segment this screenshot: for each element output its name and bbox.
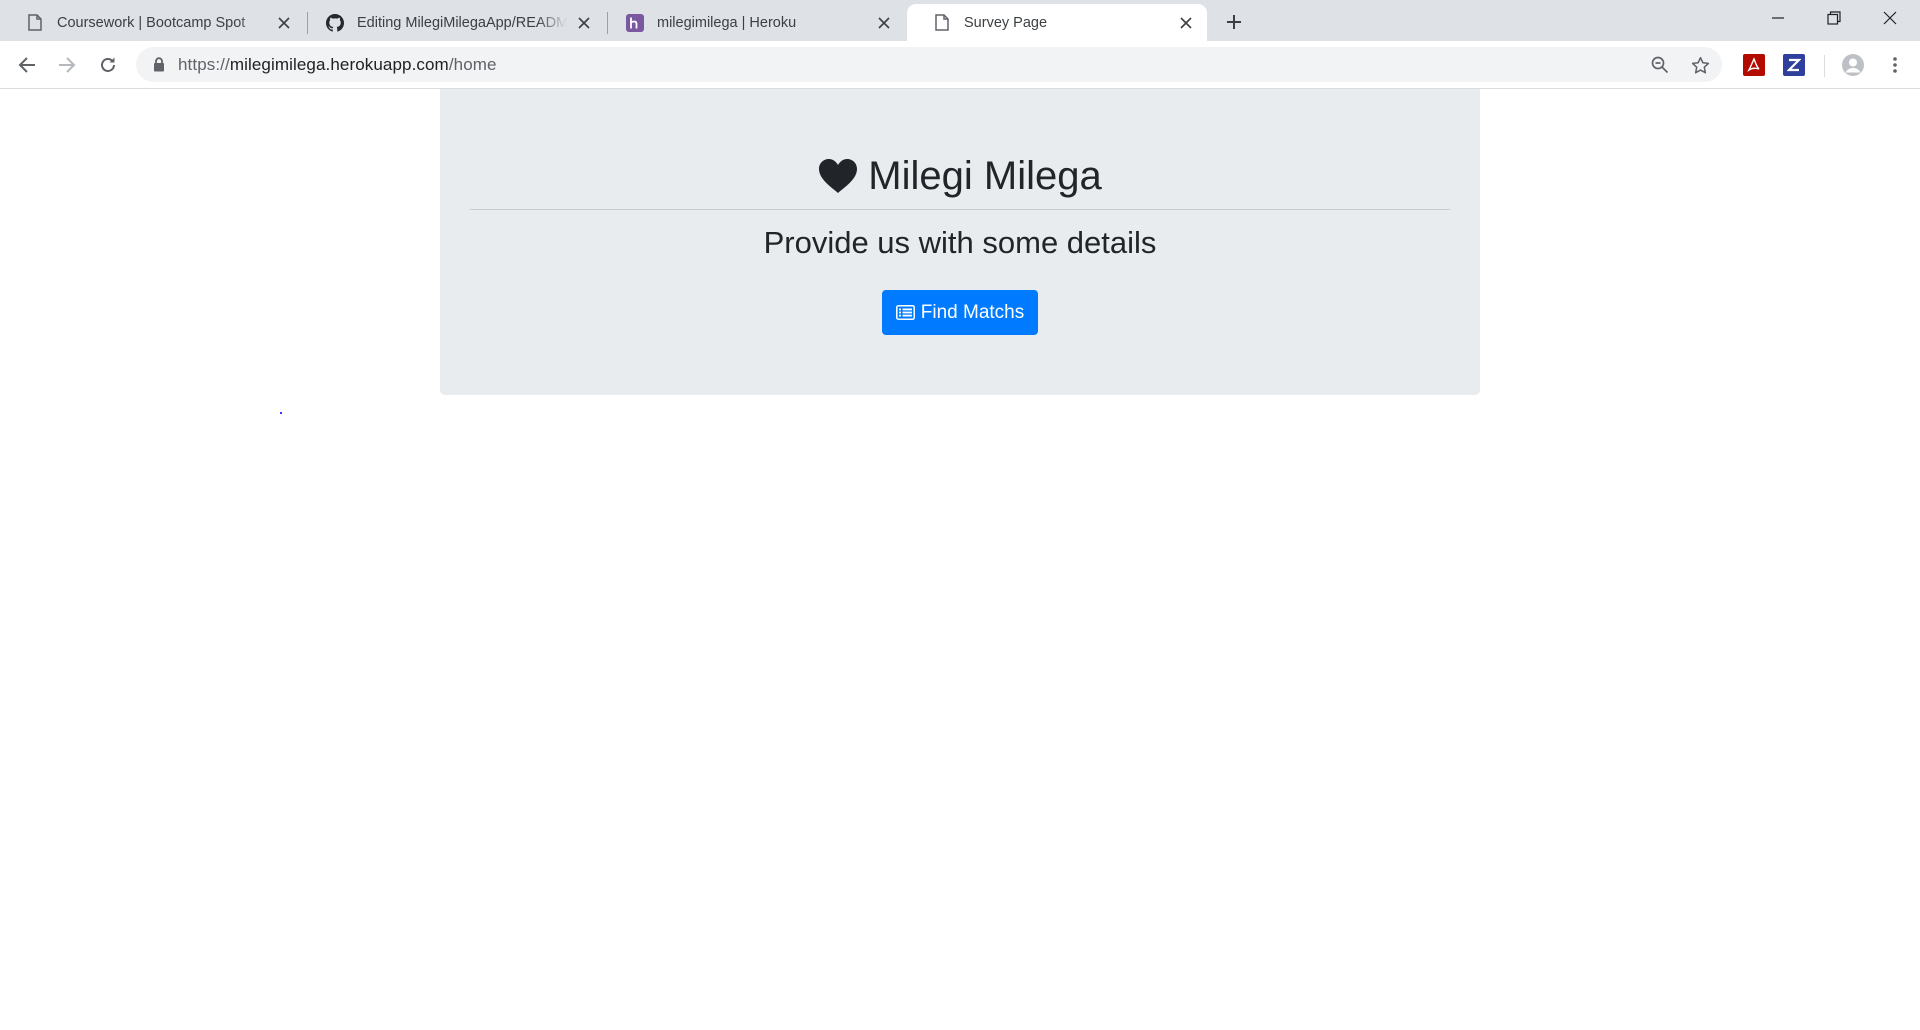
heroku-icon (626, 13, 644, 32)
address-bar[interactable]: https://milegimilega.herokuapp.com/home (136, 47, 1722, 82)
reload-button[interactable] (93, 50, 123, 80)
github-icon (326, 13, 344, 32)
profile-avatar-icon[interactable] (1841, 53, 1865, 77)
forward-button[interactable] (52, 50, 82, 80)
plus-icon (1227, 15, 1241, 29)
page-viewport: Milegi Milega Provide us with some detai… (0, 89, 1920, 1030)
restore-button[interactable] (1806, 0, 1862, 36)
minimize-button[interactable] (1750, 0, 1806, 36)
page-subtitle: Provide us with some details (763, 225, 1157, 260)
url-scheme: https:// (178, 54, 230, 74)
url-host: milegimilega.herokuapp.com (229, 54, 449, 74)
close-icon (1883, 11, 1897, 25)
arrow-left-icon (18, 57, 35, 73)
close-icon[interactable] (1177, 14, 1195, 32)
tab-strip: Coursework | Bootcamp Spot Editing Mileg… (0, 0, 1920, 41)
find-matches-button[interactable]: Find Matchs (882, 290, 1038, 335)
close-icon[interactable] (575, 14, 593, 32)
minimize-icon (1772, 17, 1784, 19)
divider (470, 209, 1450, 210)
jumbotron: Milegi Milega Provide us with some detai… (440, 89, 1480, 395)
url-path: /home (448, 54, 497, 74)
list-alt-icon (895, 305, 916, 321)
back-button[interactable] (12, 50, 42, 80)
toolbar-divider (1824, 55, 1825, 77)
tab-coursework[interactable]: Coursework | Bootcamp Spot (0, 4, 305, 41)
reload-icon (101, 57, 115, 72)
tab-survey-page[interactable]: Survey Page (907, 4, 1207, 41)
acrobat-extension-icon[interactable] (1743, 54, 1765, 76)
lock-icon[interactable] (152, 57, 166, 73)
new-tab-button[interactable] (1221, 9, 1247, 35)
tab-title: Editing MilegiMilegaApp/README.md (357, 14, 567, 31)
find-matches-label: Find Matchs (920, 301, 1025, 323)
browser-toolbar: https://milegimilega.herokuapp.com/home (0, 41, 1920, 89)
tab-title: Survey Page (964, 14, 1048, 31)
arrow-right-icon (59, 57, 76, 73)
zotero-extension-icon[interactable] (1783, 54, 1805, 76)
document-icon (26, 14, 44, 32)
page-heading: Milegi Milega (440, 149, 1480, 203)
close-window-button[interactable] (1862, 0, 1918, 36)
stray-dot (280, 412, 282, 414)
restore-icon (1827, 11, 1841, 25)
bookmark-star-icon[interactable] (1690, 55, 1710, 75)
close-icon[interactable] (875, 14, 893, 32)
tab-github-readme[interactable]: Editing MilegiMilegaApp/README.md (300, 4, 605, 41)
url-text[interactable]: https://milegimilega.herokuapp.com/home (178, 55, 497, 75)
tab-title: milegimilega | Heroku (657, 14, 797, 31)
close-icon[interactable] (275, 14, 293, 32)
tab-heroku[interactable]: milegimilega | Heroku (600, 4, 905, 41)
heart-icon (818, 158, 858, 194)
zoom-icon[interactable] (1650, 55, 1670, 75)
document-icon (933, 14, 951, 32)
page-title: Milegi Milega (868, 153, 1102, 198)
menu-kebab-icon[interactable] (1884, 54, 1906, 76)
tab-title: Coursework | Bootcamp Spot (57, 14, 246, 31)
